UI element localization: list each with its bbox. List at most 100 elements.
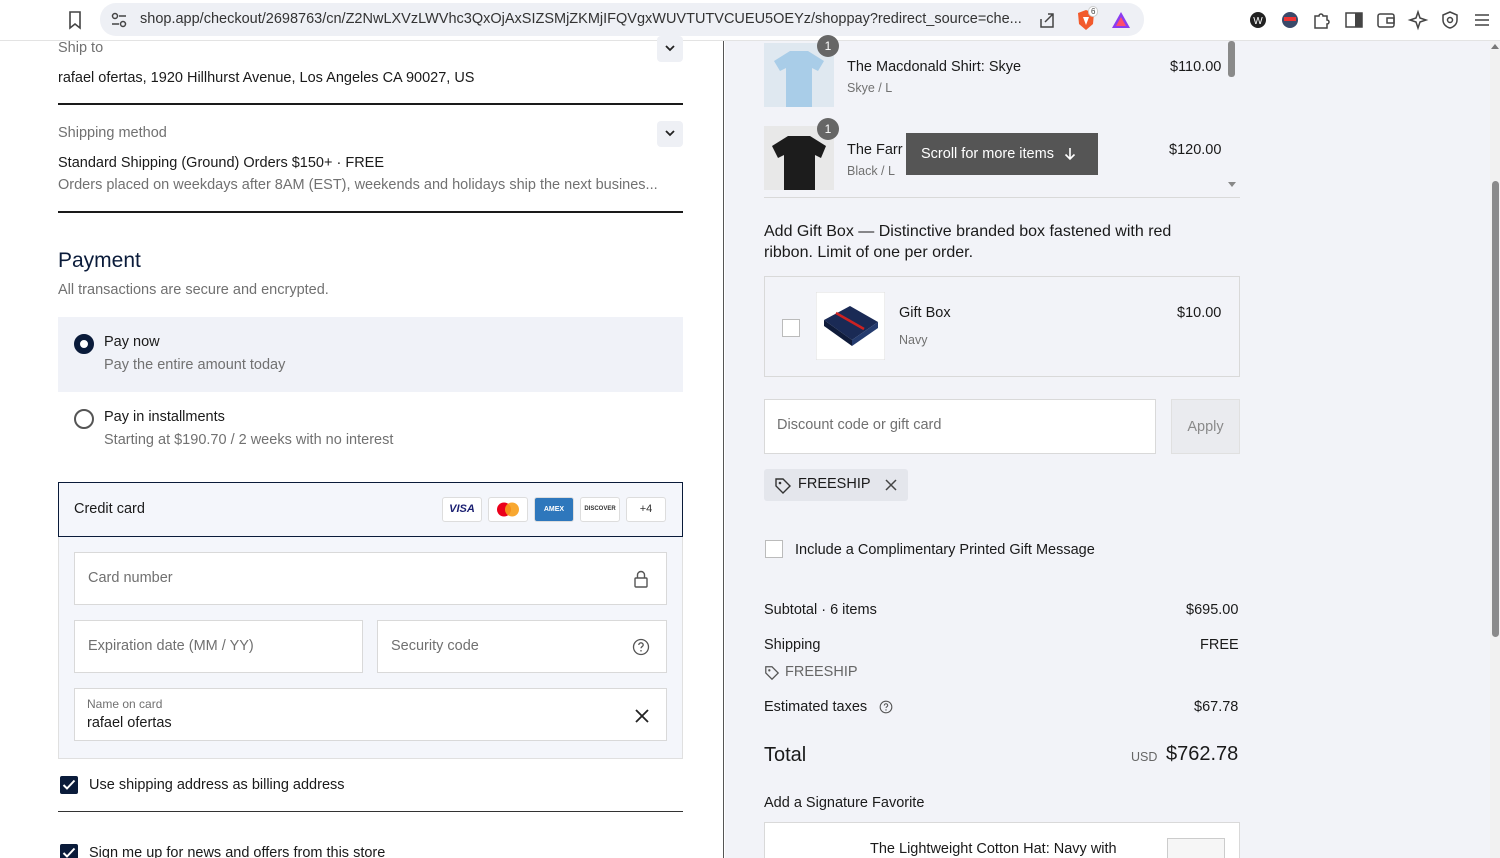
signature-item-card[interactable]: The Lightweight Cotton Hat: Navy with [764,822,1240,858]
add-signature-button[interactable] [1167,838,1225,858]
quantity-badge: 1 [817,118,839,140]
scroll-more-label: Scroll for more items [921,146,1054,162]
expiration-placeholder: Expiration date (MM / YY) [88,638,254,654]
help-icon[interactable] [632,638,650,656]
card-number-field[interactable]: Card number [74,552,667,605]
discover-icon: DISCOVER [580,497,620,522]
total-currency: USD [1131,750,1158,764]
pay-now-option[interactable]: Pay now Pay the entire amount today [58,317,683,392]
ship-to-address: rafael ofertas, 1920 Hillhurst Avenue, L… [58,70,475,86]
apply-button[interactable]: Apply [1171,399,1240,454]
discount-code-input[interactable]: Discount code or gift card [764,399,1156,454]
page-scrollbar[interactable] [1490,41,1500,858]
name-on-card-label: Name on card [87,697,163,711]
checkout-form: Ship to rafael ofertas, 1920 Hillhurst A… [0,36,724,858]
divider [58,103,683,105]
address-bar[interactable]: shop.app/checkout/2698763/cn/Z2NwLXVzLWV… [100,3,1144,36]
credit-card-label: Credit card [74,501,145,517]
bookmark-icon[interactable] [64,9,86,31]
credit-card-form: Card number Expiration date (MM / YY) Se… [58,537,683,759]
svg-text:W: W [1253,16,1263,27]
wallet-icon[interactable] [1375,9,1397,31]
gift-message-checkbox[interactable] [765,540,783,558]
brave-rewards-icon[interactable] [1110,10,1132,30]
scroll-up-icon[interactable] [1491,43,1499,49]
shipping-method-toggle[interactable] [657,121,683,147]
pay-now-sub: Pay the entire amount today [104,357,286,373]
newsletter-checkbox[interactable] [60,844,78,858]
more-brands-badge: +4 [626,497,666,522]
tag-icon [765,666,780,681]
signature-heading: Add a Signature Favorite [764,795,925,811]
remove-code-icon[interactable] [885,479,897,491]
divider [58,211,683,213]
ship-to-toggle[interactable] [657,36,683,62]
quantity-badge: 1 [817,35,839,57]
expiration-date-field[interactable]: Expiration date (MM / YY) [74,620,363,673]
billing-same-checkbox[interactable] [60,776,78,794]
gift-box-thumbnail [816,292,885,360]
installments-radio[interactable] [74,409,94,429]
shipping-label: Shipping [764,637,821,653]
name-on-card-field[interactable]: Name on card rafael ofertas [74,688,667,741]
gift-box-checkbox[interactable] [782,319,800,337]
payment-subtitle: All transactions are secure and encrypte… [58,282,329,298]
mastercard-icon [488,497,528,522]
subtotal-value: $695.00 [1186,602,1239,618]
security-code-field[interactable]: Security code [377,620,667,673]
url-text: shop.app/checkout/2698763/cn/Z2NwLXVzLWV… [140,11,1022,27]
sidebar-icon[interactable] [1343,9,1365,31]
divider [764,197,1240,198]
extension-icon[interactable] [1279,9,1301,31]
item-name: The Macdonald Shirt: Skye [847,59,1022,75]
chevron-down-icon [665,130,675,137]
arrow-down-icon [1064,148,1076,161]
product-thumbnail [780,835,856,858]
browser-toolbar: shop.app/checkout/2698763/cn/Z2NwLXVzLWV… [0,0,1500,41]
shipping-method-note: Orders placed on weekdays after 8AM (EST… [58,177,658,193]
puzzle-icon[interactable] [1311,9,1333,31]
card-number-placeholder: Card number [88,570,173,586]
help-icon[interactable] [879,700,893,714]
tag-icon [775,478,791,494]
gift-box-variant: Navy [899,333,928,347]
gift-message-label: Include a Complimentary Printed Gift Mes… [795,542,1095,558]
share-icon[interactable] [1037,10,1057,30]
scroll-down-icon[interactable] [1227,181,1237,188]
scrollbar-thumb[interactable] [1228,41,1235,77]
visa-icon: VISA [442,497,482,522]
pay-now-radio[interactable] [74,334,94,354]
order-summary: 1 The Macdonald Shirt: Skye Skye / L $11… [725,35,1500,858]
newsletter-label: Sign me up for news and offers from this… [89,845,386,858]
shipping-method-value: Standard Shipping (Ground) Orders $150+ … [58,155,385,171]
vpn-icon[interactable] [1439,9,1461,31]
scrollbar-thumb[interactable] [1492,181,1499,637]
extension-icon[interactable]: W [1247,9,1269,31]
signature-item-name: The Lightweight Cotton Hat: Navy with [870,841,1117,857]
installments-sub: Starting at $190.70 / 2 weeks with no in… [104,432,394,448]
shipping-discount-code: FREESHIP [785,664,858,680]
security-placeholder: Security code [391,638,479,654]
scroll-more-tooltip[interactable]: Scroll for more items [906,133,1098,175]
total-label: Total [764,744,807,766]
chevron-down-icon [665,45,675,52]
clear-icon[interactable] [634,708,650,724]
items-scrollbar[interactable] [1225,41,1239,198]
menu-icon[interactable] [1471,9,1493,31]
gift-box-card[interactable]: Gift Box Navy $10.00 [764,276,1240,377]
total-value: $762.78 [1166,743,1239,765]
applied-code: FREESHIP [798,476,871,492]
shipping-value: FREE [1200,637,1239,653]
lock-icon [634,570,648,588]
item-variant: Skye / L [847,81,893,95]
item-price: $110.00 [1170,59,1222,75]
subtotal-label: Subtotal · 6 items [764,602,877,618]
leo-icon[interactable] [1407,9,1429,31]
credit-card-option[interactable]: Credit card VISA AMEX DISCOVER +4 [58,482,683,537]
billing-same-label: Use shipping address as billing address [89,777,345,793]
check-icon [62,847,76,858]
tune-icon[interactable] [110,11,128,29]
gift-box-heading: Add Gift Box — Distinctive branded box f… [764,223,1172,261]
name-on-card-value: rafael ofertas [87,715,172,731]
discount-placeholder: Discount code or gift card [777,417,942,433]
